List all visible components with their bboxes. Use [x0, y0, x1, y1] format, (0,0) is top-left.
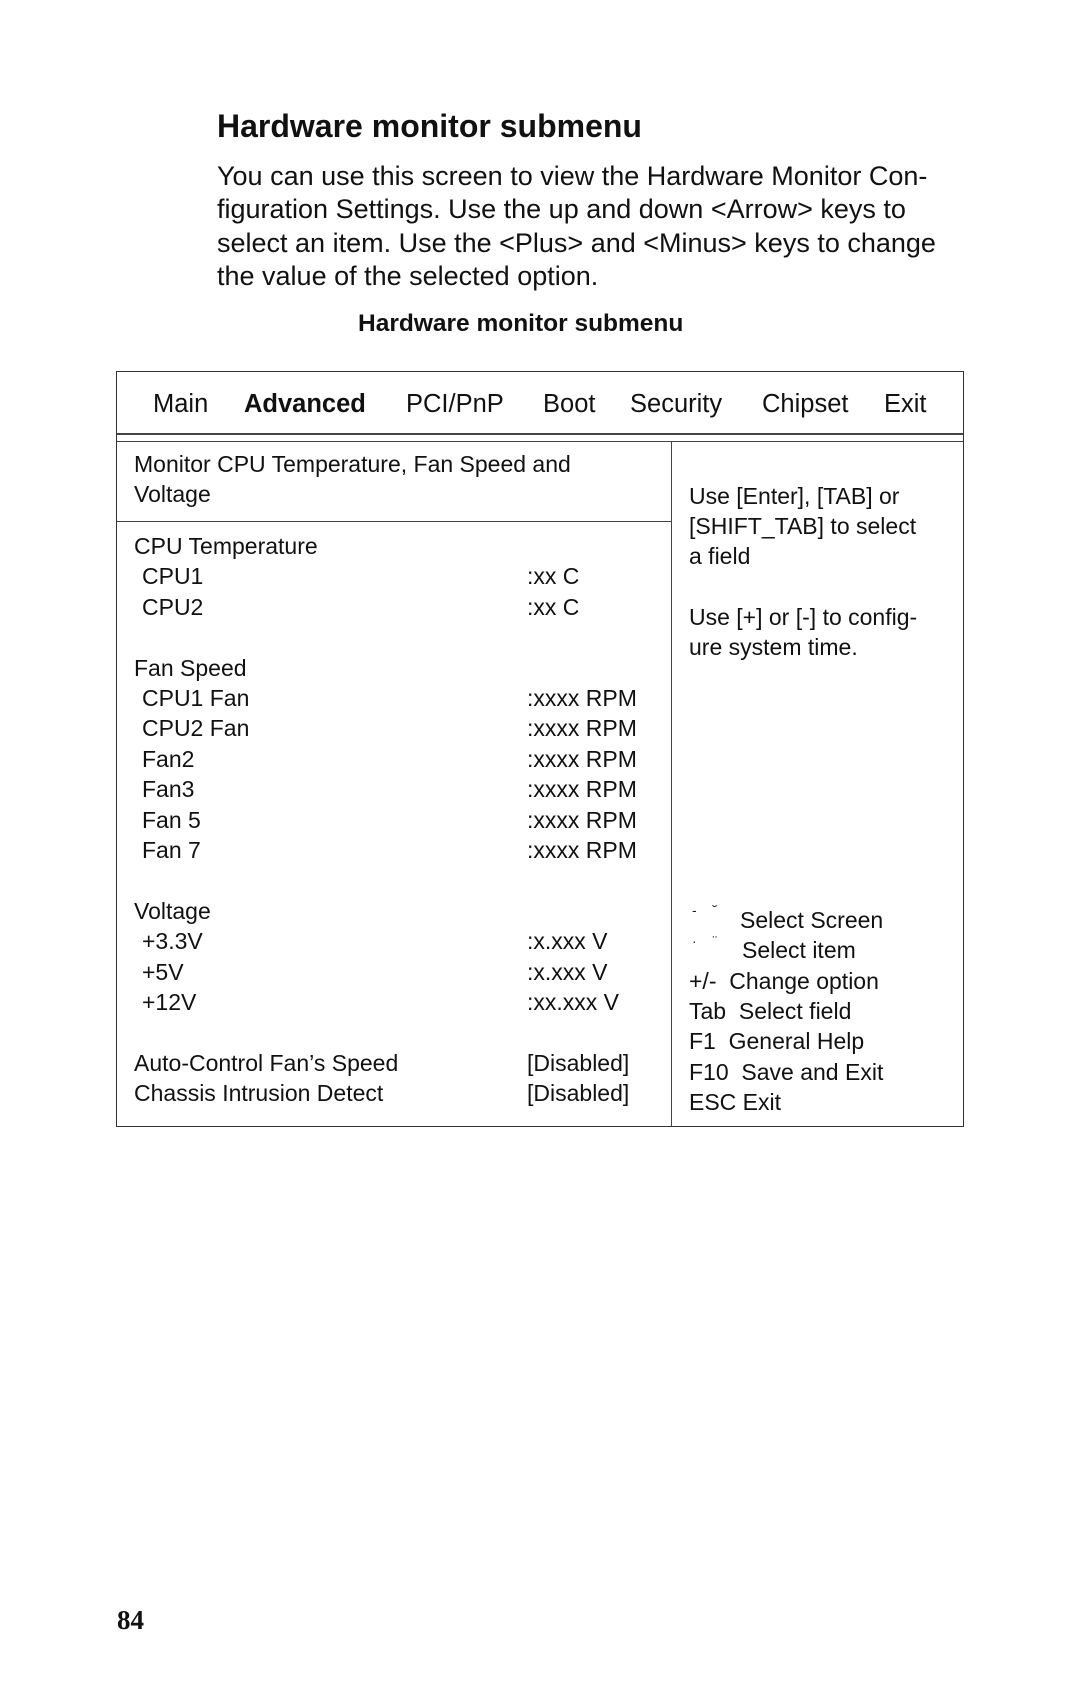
- legend-select-item: Select item: [742, 937, 856, 963]
- help-line: a field: [689, 543, 751, 569]
- monitor-item-label: Fan2: [142, 745, 195, 772]
- monitor-item-value: :xxxx RPM: [527, 715, 637, 742]
- tab-security[interactable]: Security: [630, 387, 722, 421]
- monitor-item-label: CPU2: [142, 593, 204, 620]
- left-right-arrows-icon: - ˘: [692, 902, 724, 918]
- up-down-arrows-icon: · ¨: [692, 933, 724, 949]
- monitor-item-label: Fan 5: [142, 806, 201, 833]
- header-divider: [117, 441, 963, 442]
- figure-caption: Hardware monitor submenu: [358, 310, 684, 337]
- intro-paragraph: You can use this screen to view the Hard…: [217, 160, 977, 293]
- section-heading: Hardware monitor submenu: [217, 108, 642, 144]
- monitor-item-value: :xx C: [527, 563, 580, 590]
- setting-value[interactable]: [Disabled]: [527, 1048, 629, 1078]
- legend-save-exit: F10 Save and Exit: [689, 1059, 884, 1085]
- page-number: 84: [117, 1605, 144, 1635]
- monitor-item-label: CPU2 Fan: [142, 715, 250, 742]
- panel-title-line: Voltage: [134, 481, 211, 507]
- legend-change-option: +/- Change option: [689, 968, 879, 994]
- section-title: CPU Temperature: [134, 533, 318, 559]
- title-divider: [117, 521, 672, 522]
- setting-value[interactable]: [Disabled]: [527, 1078, 629, 1108]
- help-line: [SHIFT_TAB] to select: [689, 513, 917, 539]
- monitor-item-value: :xx.xxx V: [527, 989, 620, 1015]
- monitor-item-label: +3.3V: [142, 928, 203, 955]
- setting-label[interactable]: Chassis Intrusion Detect: [134, 1078, 383, 1108]
- help-line: Use [Enter], [TAB] or: [689, 483, 900, 509]
- tab-exit[interactable]: Exit: [884, 387, 927, 421]
- intro-line: figuration Settings. Use the up and down…: [217, 194, 906, 225]
- bios-menu-bar: Main Advanced PCI/PnP Boot Security Chip…: [117, 372, 963, 434]
- monitor-item-value: :xx C: [527, 593, 580, 620]
- monitor-item-value: :xxxx RPM: [527, 806, 637, 833]
- monitor-item-label: CPU1: [142, 563, 204, 590]
- intro-line: select an item. Use the <Plus> and <Minu…: [217, 227, 936, 258]
- bios-screen: Main Advanced PCI/PnP Boot Security Chip…: [116, 371, 964, 1127]
- tab-chipset[interactable]: Chipset: [762, 387, 848, 421]
- monitor-item-value: :xxxx RPM: [527, 685, 637, 711]
- help-line: ure system time.: [689, 634, 858, 660]
- legend-select-screen: Select Screen: [740, 907, 884, 933]
- monitor-item-value: :xxxx RPM: [527, 837, 637, 863]
- intro-line: the value of the selected option.: [217, 260, 599, 291]
- panel-divider: [671, 442, 672, 1126]
- tab-pci-pnp[interactable]: PCI/PnP: [406, 387, 504, 421]
- monitor-item-label: +12V: [142, 989, 197, 1015]
- monitor-item-value: :x.xxx V: [527, 958, 608, 985]
- legend-general-help: F1 General Help: [689, 1028, 865, 1054]
- tab-main[interactable]: Main: [153, 387, 208, 421]
- legend-select-field: Tab Select field: [689, 998, 852, 1024]
- header-divider: [117, 433, 963, 435]
- section-title: Voltage: [134, 897, 211, 924]
- panel-title-line: Monitor CPU Temperature, Fan Speed and: [134, 451, 571, 477]
- help-line: Use [+] or [-] to config-: [689, 604, 918, 630]
- tab-advanced[interactable]: Advanced: [244, 387, 366, 421]
- tab-boot[interactable]: Boot: [543, 387, 595, 421]
- monitor-item-value: :xxxx RPM: [527, 745, 637, 772]
- monitor-item-label: +5V: [142, 958, 184, 985]
- monitor-item-label: CPU1 Fan: [142, 685, 250, 711]
- section-title: Fan Speed: [134, 654, 247, 681]
- monitor-item-value: :x.xxx V: [527, 928, 608, 955]
- legend-esc-exit: ESC Exit: [689, 1089, 782, 1115]
- intro-line: You can use this screen to view the Hard…: [217, 161, 928, 191]
- monitor-item-label: Fan 7: [142, 837, 201, 863]
- setting-label[interactable]: Auto-Control Fan’s Speed: [134, 1048, 398, 1078]
- monitor-item-value: :xxxx RPM: [527, 776, 637, 803]
- monitor-item-label: Fan3: [142, 776, 195, 803]
